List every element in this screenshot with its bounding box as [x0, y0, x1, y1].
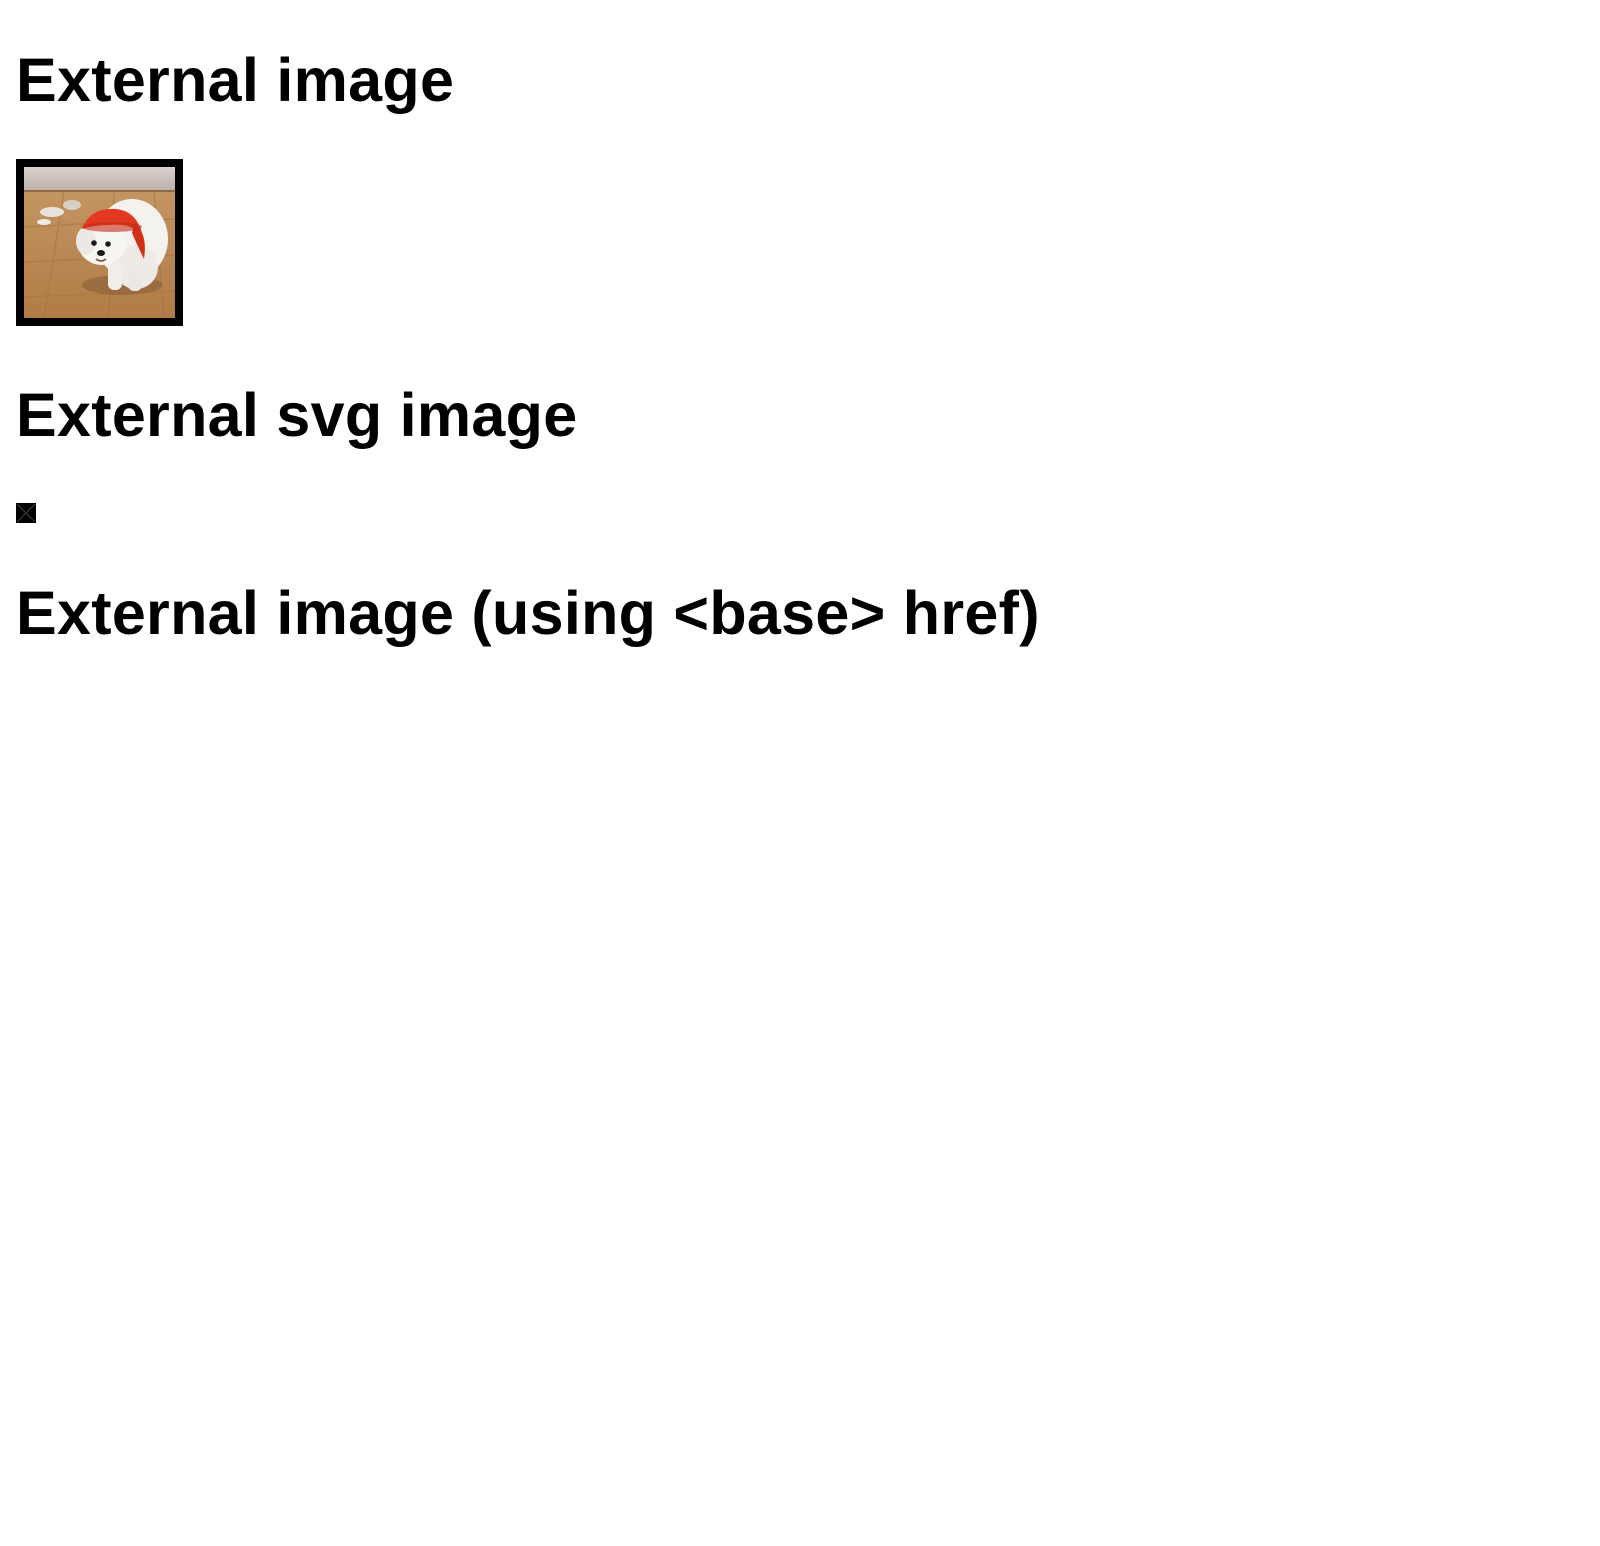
heading-external-image-base-href: External image (using <base> href) — [16, 579, 1040, 647]
heading-external-image: External image — [16, 46, 455, 114]
heading-external-svg-image: External svg image — [16, 381, 578, 449]
external-svg-image — [16, 503, 36, 523]
dog-photo-icon — [24, 167, 175, 318]
external-image — [16, 159, 183, 326]
broken-image-icon — [16, 503, 36, 523]
